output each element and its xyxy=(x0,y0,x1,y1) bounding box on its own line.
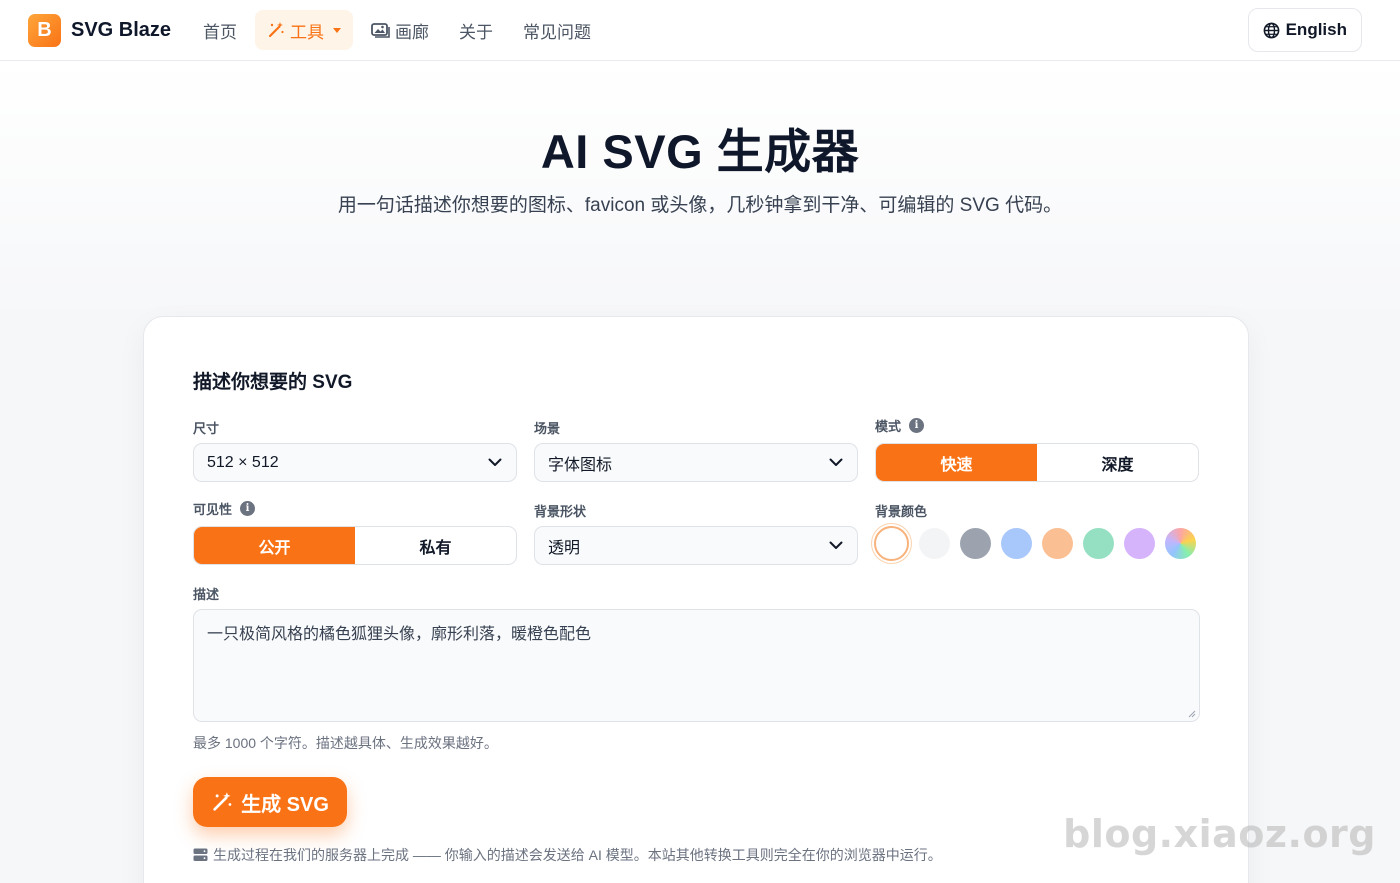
bg-shape-label-text: 背景形状 xyxy=(534,504,587,519)
color-swatch-mint[interactable] xyxy=(1083,528,1114,559)
nav-faq[interactable]: 常见问题 xyxy=(511,10,603,50)
nav-links: 首页 工具 画廊 关于 常见问题 xyxy=(191,10,603,50)
resize-grip-icon[interactable] xyxy=(1188,710,1196,718)
server-icon xyxy=(193,848,208,861)
visibility-label: 可见性 i xyxy=(193,499,256,518)
nav-home-label: 首页 xyxy=(203,22,238,42)
bg-color-swatches xyxy=(874,526,1196,561)
mode-toggle: 快速 深度 xyxy=(875,443,1199,482)
size-value: 512 × 512 xyxy=(207,453,279,471)
generate-label: 生成 SVG xyxy=(241,793,329,816)
size-select[interactable]: 512 × 512 xyxy=(193,443,517,482)
top-navbar: B SVG Blaze 首页 工具 画廊 关于 常见问题 English xyxy=(0,0,1400,61)
description-hint: 最多 1000 个字符。描述越具体、生成效果越好。 xyxy=(193,735,498,751)
description-label-text: 描述 xyxy=(193,587,220,602)
nav-home[interactable]: 首页 xyxy=(191,10,249,50)
visibility-private-option[interactable]: 私有 xyxy=(355,527,516,564)
mode-fast-option[interactable]: 快速 xyxy=(876,444,1037,481)
mode-deep-option[interactable]: 深度 xyxy=(1037,444,1198,481)
color-swatch-rainbow[interactable] xyxy=(1165,528,1196,559)
bg-color-label: 背景颜色 xyxy=(875,501,927,520)
scene-label-text: 场景 xyxy=(534,421,561,436)
brand[interactable]: B SVG Blaze xyxy=(28,13,172,47)
mode-label: 模式 i xyxy=(875,416,925,435)
language-label: English xyxy=(1285,20,1347,39)
bg-shape-value: 透明 xyxy=(548,539,581,557)
bg-shape-select[interactable]: 透明 xyxy=(534,526,858,565)
hero-section: AI SVG 生成器 用一句话描述你想要的图标、favicon 或头像，几秒钟拿… xyxy=(0,61,1400,321)
info-icon[interactable]: i xyxy=(240,501,256,516)
watermark: blog.xiaoz.org xyxy=(1063,812,1376,856)
scene-label: 场景 xyxy=(534,418,560,437)
visibility-toggle: 公开 私有 xyxy=(193,526,517,565)
mode-label-text: 模式 xyxy=(875,419,902,434)
description-textarea[interactable]: 一只极简风格的橘色狐狸头像，廓形利落，暖橙色配色 xyxy=(193,609,1200,722)
bg-shape-label: 背景形状 xyxy=(534,501,586,520)
info-icon[interactable]: i xyxy=(909,418,925,433)
chevron-down-icon xyxy=(829,458,843,466)
bg-color-label-text: 背景颜色 xyxy=(875,504,928,519)
size-label: 尺寸 xyxy=(193,418,219,437)
scene-value: 字体图标 xyxy=(548,456,613,474)
page-subtitle: 用一句话描述你想要的图标、favicon 或头像，几秒钟拿到干净、可编辑的 SV… xyxy=(337,195,1063,216)
color-swatch-blue[interactable] xyxy=(1001,528,1032,559)
image-gallery-icon xyxy=(371,23,390,38)
description-label: 描述 xyxy=(193,584,219,603)
nav-gallery[interactable]: 画廊 xyxy=(359,10,441,50)
brand-name: SVG Blaze xyxy=(71,18,172,41)
caret-down-icon xyxy=(333,27,342,33)
language-switcher-button[interactable]: English xyxy=(1247,8,1362,52)
form-title: 描述你想要的 SVG xyxy=(193,372,353,393)
size-label-text: 尺寸 xyxy=(193,421,220,436)
nav-faq-label: 常见问题 xyxy=(523,22,592,42)
generate-svg-button[interactable]: 生成 SVG xyxy=(193,777,347,827)
brand-logo-icon: B xyxy=(28,13,61,47)
magic-wand-icon xyxy=(268,22,284,38)
nav-tools-dropdown[interactable]: 工具 xyxy=(255,10,354,50)
chevron-down-icon xyxy=(829,541,843,549)
description-value: 一只极简风格的橘色狐狸头像，廓形利落，暖橙色配色 xyxy=(207,626,592,643)
page-title: AI SVG 生成器 xyxy=(540,125,860,178)
scene-select[interactable]: 字体图标 xyxy=(534,443,858,482)
footnote-text: 生成过程在我们的服务器上完成 —— 你输入的描述会发送给 AI 模型。本站其他转… xyxy=(213,847,942,863)
chevron-down-icon xyxy=(488,458,502,466)
magic-wand-icon xyxy=(213,792,232,811)
visibility-public-option[interactable]: 公开 xyxy=(194,527,355,564)
nav-about[interactable]: 关于 xyxy=(447,10,505,50)
nav-about-label: 关于 xyxy=(459,22,494,42)
color-swatch-peach[interactable] xyxy=(1042,528,1073,559)
color-swatch-white[interactable] xyxy=(874,526,909,561)
color-swatch-light-gray[interactable] xyxy=(919,528,950,559)
server-footnote: 生成过程在我们的服务器上完成 —— 你输入的描述会发送给 AI 模型。本站其他转… xyxy=(193,845,942,865)
color-swatch-gray[interactable] xyxy=(960,528,991,559)
visibility-label-text: 可见性 xyxy=(193,502,233,517)
nav-tools-label: 工具 xyxy=(290,22,325,42)
color-swatch-lavender[interactable] xyxy=(1124,528,1155,559)
globe-icon xyxy=(1263,22,1279,38)
generator-form-card: 描述你想要的 SVG 尺寸 512 × 512 场景 字体图标 模式 i 快速 … xyxy=(143,316,1249,883)
nav-gallery-label: 画廊 xyxy=(395,22,430,42)
